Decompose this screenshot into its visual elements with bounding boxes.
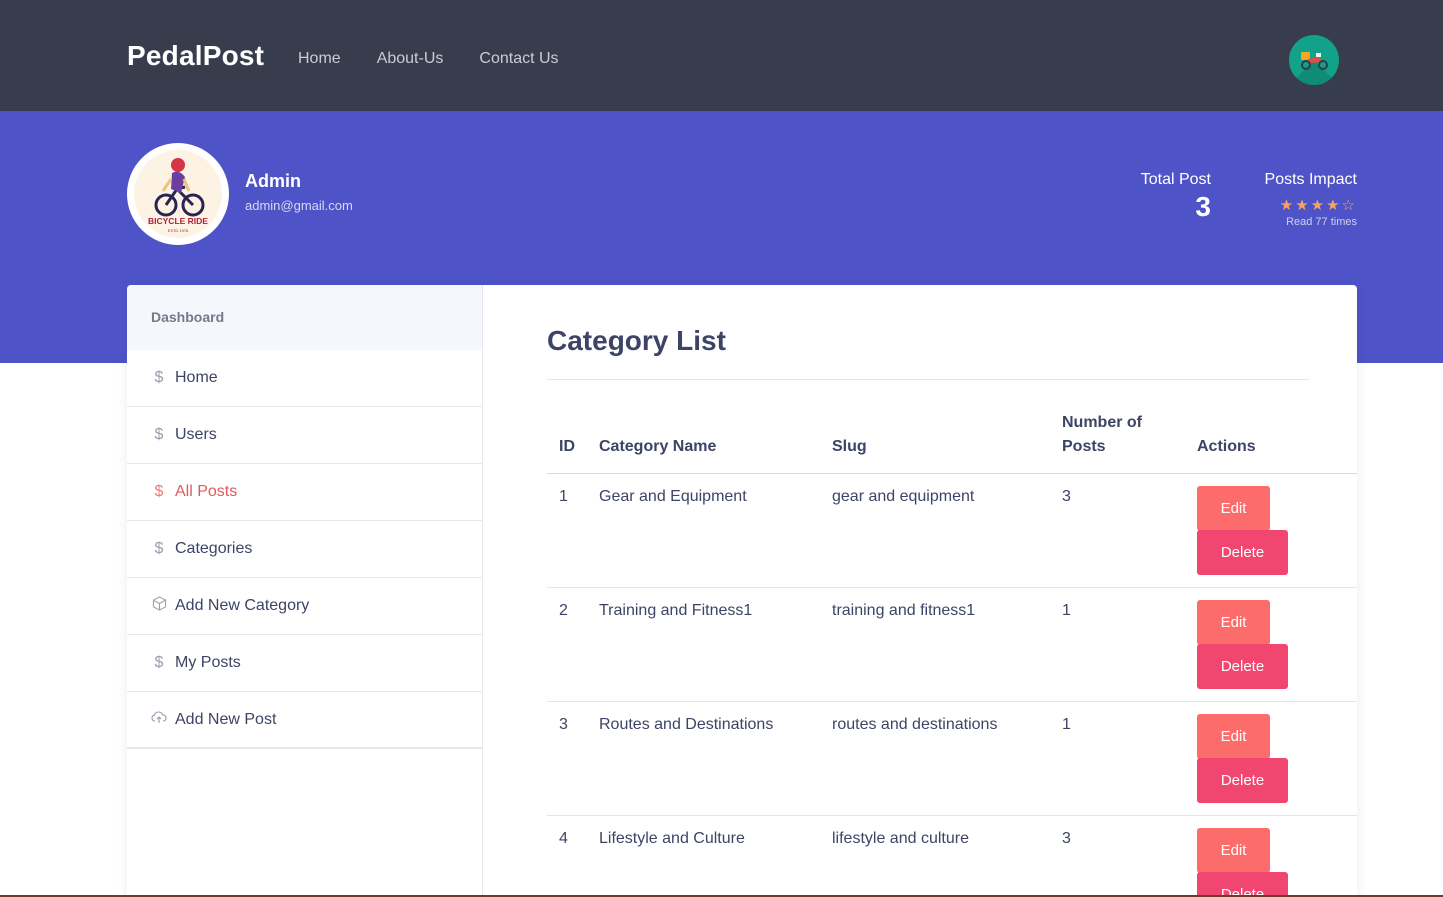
star-filled-icon: ★ [1279,197,1296,214]
sidebar-item-label: Users [175,426,217,443]
sidebar-item-label: All Posts [175,483,238,500]
title-divider [547,379,1309,380]
bicycle-ride-logo-icon: BICYCLE RIDE ESTD 1976 [134,150,222,238]
cell-post-count: 3 [1050,473,1185,588]
posts-impact-stat: Posts Impact ★★★★☆ Read 77 times [1240,171,1357,228]
logo-text: BICYCLE RIDE [148,216,208,226]
star-filled-icon: ★ [1295,197,1311,214]
delete-button[interactable]: Delete [1197,758,1288,803]
motorbike-icon [1301,52,1328,70]
sidebar-item-categories[interactable]: $ Categories [127,521,482,578]
sidebar-item-label: My Posts [175,654,241,671]
cell-post-count: 1 [1050,587,1185,702]
sidebar-item-all-posts[interactable]: $ All Posts [127,464,482,521]
delete-button[interactable]: Delete [1197,530,1288,575]
cell-post-count: 3 [1050,815,1185,897]
star-empty-icon: ☆ [1341,197,1357,214]
cell-category-name: Lifestyle and Culture [587,815,820,897]
table-header-row: ID Category Name Slug Number of Posts Ac… [547,411,1357,474]
cell-actions: Edit Delete [1185,815,1357,897]
posts-impact-label: Posts Impact [1264,171,1357,188]
sidebar: Dashboard $ Home $ Users $ All Posts $ C… [127,285,483,897]
brand-logo[interactable]: PedalPost [127,40,264,72]
dollar-icon: $ [154,540,164,557]
top-navbar: PedalPost Home About-Us Contact Us [0,0,1443,111]
logo-subtext: ESTD 1976 [168,228,189,233]
cloud-upload-icon [151,710,167,729]
main-content: Category List ID Category Name Slug Numb… [484,285,1357,897]
star-filled-icon: ★ [1326,197,1342,214]
column-header-id: ID [547,411,587,474]
table-row: 2 Training and Fitness1 training and fit… [547,587,1357,702]
edit-button[interactable]: Edit [1197,600,1270,645]
nav-contact-link[interactable]: Contact Us [479,50,558,68]
sidebar-item-add-new-category[interactable]: Add New Category [127,578,482,635]
dollar-icon: $ [154,369,164,386]
cell-slug: training and fitness1 [820,587,1050,702]
column-header-actions: Actions [1185,411,1357,474]
column-header-category-name: Category Name [587,411,820,474]
dashboard-card: Dashboard $ Home $ Users $ All Posts $ C… [127,285,1357,897]
total-post-stat: Total Post 3 [1110,171,1211,223]
nav-home-link[interactable]: Home [298,50,341,68]
box-icon [151,596,167,616]
nav-about-link[interactable]: About-Us [377,50,444,68]
star-filled-icon: ★ [1310,197,1327,214]
page-title: Category List [547,325,726,356]
sidebar-item-home[interactable]: $ Home [127,350,482,407]
edit-button[interactable]: Edit [1197,714,1270,759]
cell-slug: gear and equipment [820,473,1050,588]
sidebar-item-label: Home [175,369,218,386]
sidebar-item-label: Add New Post [175,710,277,728]
table-row: 4 Lifestyle and Culture lifestyle and cu… [547,815,1357,897]
profile-avatar: BICYCLE RIDE ESTD 1976 [127,143,229,245]
cell-category-name: Training and Fitness1 [587,587,820,702]
rating-stars: ★★★★☆ [1240,196,1357,214]
column-header-slug: Slug [820,411,1050,474]
dollar-icon: $ [154,483,164,500]
sidebar-item-label: Add New Category [175,597,310,614]
dollar-icon: $ [154,654,164,671]
cell-post-count: 1 [1050,701,1185,816]
cell-id: 3 [547,701,587,816]
sidebar-item-add-new-post[interactable]: Add New Post [127,692,482,749]
table-row: 1 Gear and Equipment gear and equipment … [547,473,1357,588]
cell-category-name: Gear and Equipment [587,473,820,588]
category-table: ID Category Name Slug Number of Posts Ac… [547,411,1357,897]
column-header-number-of-posts: Number of Posts [1050,411,1185,474]
total-post-label: Total Post [1140,171,1211,188]
cell-id: 2 [547,587,587,702]
sidebar-header: Dashboard [127,285,482,350]
user-avatar-button[interactable] [1289,35,1339,85]
edit-button[interactable]: Edit [1197,828,1270,873]
table-row: 3 Routes and Destinations routes and des… [547,701,1357,816]
read-count: Read 77 times [1286,216,1357,228]
cell-slug: lifestyle and culture [820,815,1050,897]
cell-actions: Edit Delete [1185,587,1357,702]
cell-slug: routes and destinations [820,701,1050,816]
sidebar-item-label: Categories [175,540,253,557]
sidebar-item-my-posts[interactable]: $ My Posts [127,635,482,692]
cell-category-name: Routes and Destinations [587,701,820,816]
cell-id: 1 [547,473,587,588]
cell-id: 4 [547,815,587,897]
sidebar-item-users[interactable]: $ Users [127,407,482,464]
main-nav: Home About-Us Contact Us [298,50,595,68]
delete-button[interactable]: Delete [1197,644,1288,689]
edit-button[interactable]: Edit [1197,486,1270,531]
profile-email: admin@gmail.com [245,198,353,213]
dollar-icon: $ [154,426,164,443]
total-post-value: 3 [1195,191,1211,222]
profile-name: Admin [245,171,301,191]
cell-actions: Edit Delete [1185,473,1357,588]
cell-actions: Edit Delete [1185,701,1357,816]
delete-button[interactable]: Delete [1197,872,1288,897]
